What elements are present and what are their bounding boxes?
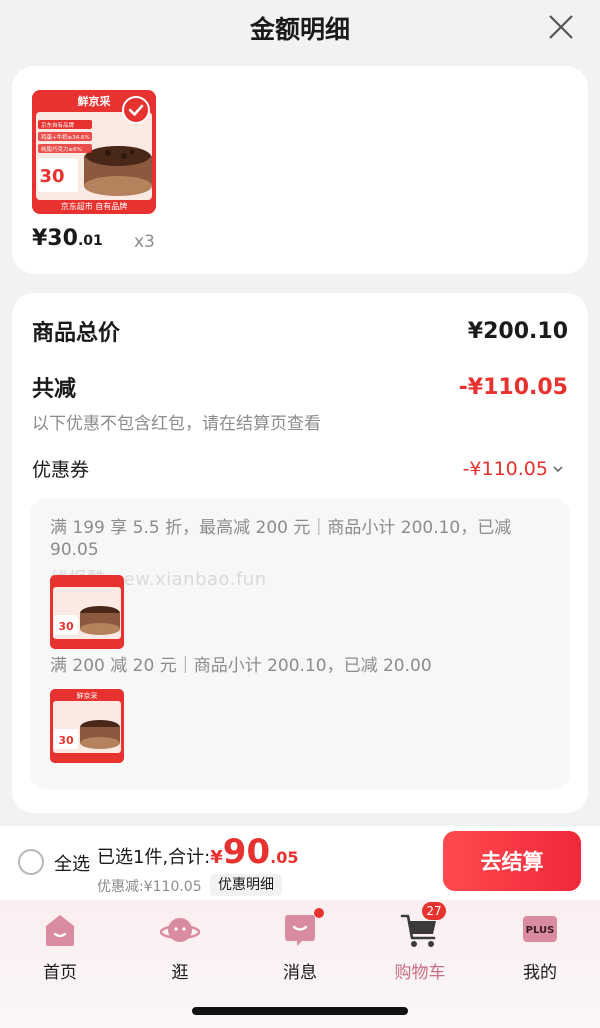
- discount-note: 以下优惠不包含红包，请在结算页查看: [32, 414, 321, 434]
- product-quantity: x3: [134, 232, 155, 252]
- discount-detail-button[interactable]: 优惠明细: [210, 874, 282, 896]
- checkout-bar: 全选 已选1件,合计: ¥ 90 .05 优惠减:¥110.05 优惠明细 去结…: [0, 826, 600, 900]
- total-value: ¥200.10: [467, 318, 568, 344]
- coupon-thumb-price-2: 30: [58, 734, 74, 747]
- tab-explore[interactable]: 逛: [130, 910, 230, 983]
- discount-label: 共减: [32, 377, 77, 402]
- coupon-desc-2: 满 200 减 20 元｜商品小计 200.10，已减 20.00: [50, 656, 432, 676]
- discount-value: -¥110.05: [458, 374, 568, 400]
- thumb-tag-3: 纯脂巧克力≥6%: [41, 145, 82, 153]
- coupon-product-image-1: 30: [50, 575, 124, 649]
- coupon-thumb-brand: 鲜京采: [77, 691, 98, 700]
- coupon-desc-1: 满 199 享 5.5 折，最高减 200 元｜商品小计 200.10，已减 9…: [50, 517, 511, 561]
- saved-amount: 优惠减:¥110.05: [97, 879, 202, 895]
- header: 金额明细: [0, 0, 600, 56]
- select-all-checkbox[interactable]: [18, 849, 44, 875]
- chevron-down-icon: [553, 466, 563, 472]
- tab-messages[interactable]: 消息: [250, 908, 350, 983]
- tab-explore-label: 逛: [171, 963, 189, 983]
- price-summary-card: 商品总价 ¥200.10 共减 -¥110.05 以下优惠不包含红包，请在结算页…: [12, 293, 588, 813]
- coupon-row[interactable]: 优惠券 -¥110.05: [32, 455, 564, 482]
- thumb-footer: 京东超市 自有品牌: [61, 201, 128, 211]
- coupon-product-image-2: 鲜京采 30: [50, 689, 124, 763]
- tab-cart[interactable]: 27 购物车: [370, 902, 470, 983]
- coupon-detail-box: 满 199 享 5.5 折，最高减 200 元｜商品小计 200.10，已减 9…: [30, 499, 570, 789]
- thumb-brand: 鲜京采: [78, 94, 112, 108]
- tab-me[interactable]: PLUS 我的: [490, 910, 590, 983]
- check-icon: [122, 96, 150, 124]
- total-row: 商品总价 ¥200.10: [32, 315, 568, 347]
- product-price: ¥30 .01: [32, 226, 103, 251]
- coupon-thumb-price-1: 30: [58, 620, 74, 633]
- select-all-label[interactable]: 全选: [54, 850, 90, 876]
- home-indicator: [192, 1007, 408, 1015]
- thumb-tag-1: 京东自有品牌: [41, 121, 75, 129]
- amount-decimal: .05: [270, 848, 299, 867]
- cart-icon-wrap: 27: [400, 902, 446, 950]
- coupon-desc-1-line2: 90.05: [50, 540, 99, 560]
- price-decimal: .01: [77, 233, 103, 249]
- planet-icon: [160, 918, 200, 942]
- total-label: 商品总价: [32, 321, 121, 346]
- amount-currency: ¥: [210, 847, 223, 868]
- home-icon: [46, 915, 74, 946]
- total-summary: 已选1件,合计: ¥ 90 .05: [97, 834, 298, 870]
- cart-badge: 27: [422, 902, 446, 920]
- plus-member-icon: PLUS: [523, 916, 557, 942]
- selected-text: 已选1件,合计:: [97, 847, 211, 868]
- coupon-value-wrap[interactable]: -¥110.05: [463, 458, 564, 480]
- product-card: 鲜京采 京东自有品牌 鸡蛋+牛奶≥34.6% 纯脂巧克力≥6% 30 京东超市 …: [12, 66, 588, 274]
- coupon-desc-1-line1: 满 199 享 5.5 折，最高减 200 元｜商品小计 200.10，已减: [50, 518, 512, 538]
- amount-integer: 90: [222, 832, 271, 872]
- plus-icon-text: PLUS: [526, 925, 555, 936]
- coupon-label: 优惠券: [32, 459, 90, 481]
- unread-dot: [314, 908, 324, 918]
- discount-row: 共减 -¥110.05: [32, 371, 568, 403]
- thumb-price: 30: [39, 166, 64, 187]
- tab-home[interactable]: 首页: [10, 910, 110, 983]
- price-integer: ¥30: [32, 226, 78, 251]
- page-title: 金额明细: [249, 15, 350, 44]
- close-icon[interactable]: [546, 12, 576, 42]
- message-icon-wrap: [280, 908, 324, 950]
- tab-me-label: 我的: [523, 963, 557, 983]
- tab-home-label: 首页: [43, 963, 77, 983]
- coupon-value: -¥110.05: [462, 457, 548, 480]
- checkout-button[interactable]: 去结算: [443, 831, 581, 891]
- tab-cart-label: 购物车: [394, 963, 446, 983]
- thumb-tag-2: 鸡蛋+牛奶≥34.6%: [41, 133, 90, 141]
- tab-messages-label: 消息: [283, 963, 317, 983]
